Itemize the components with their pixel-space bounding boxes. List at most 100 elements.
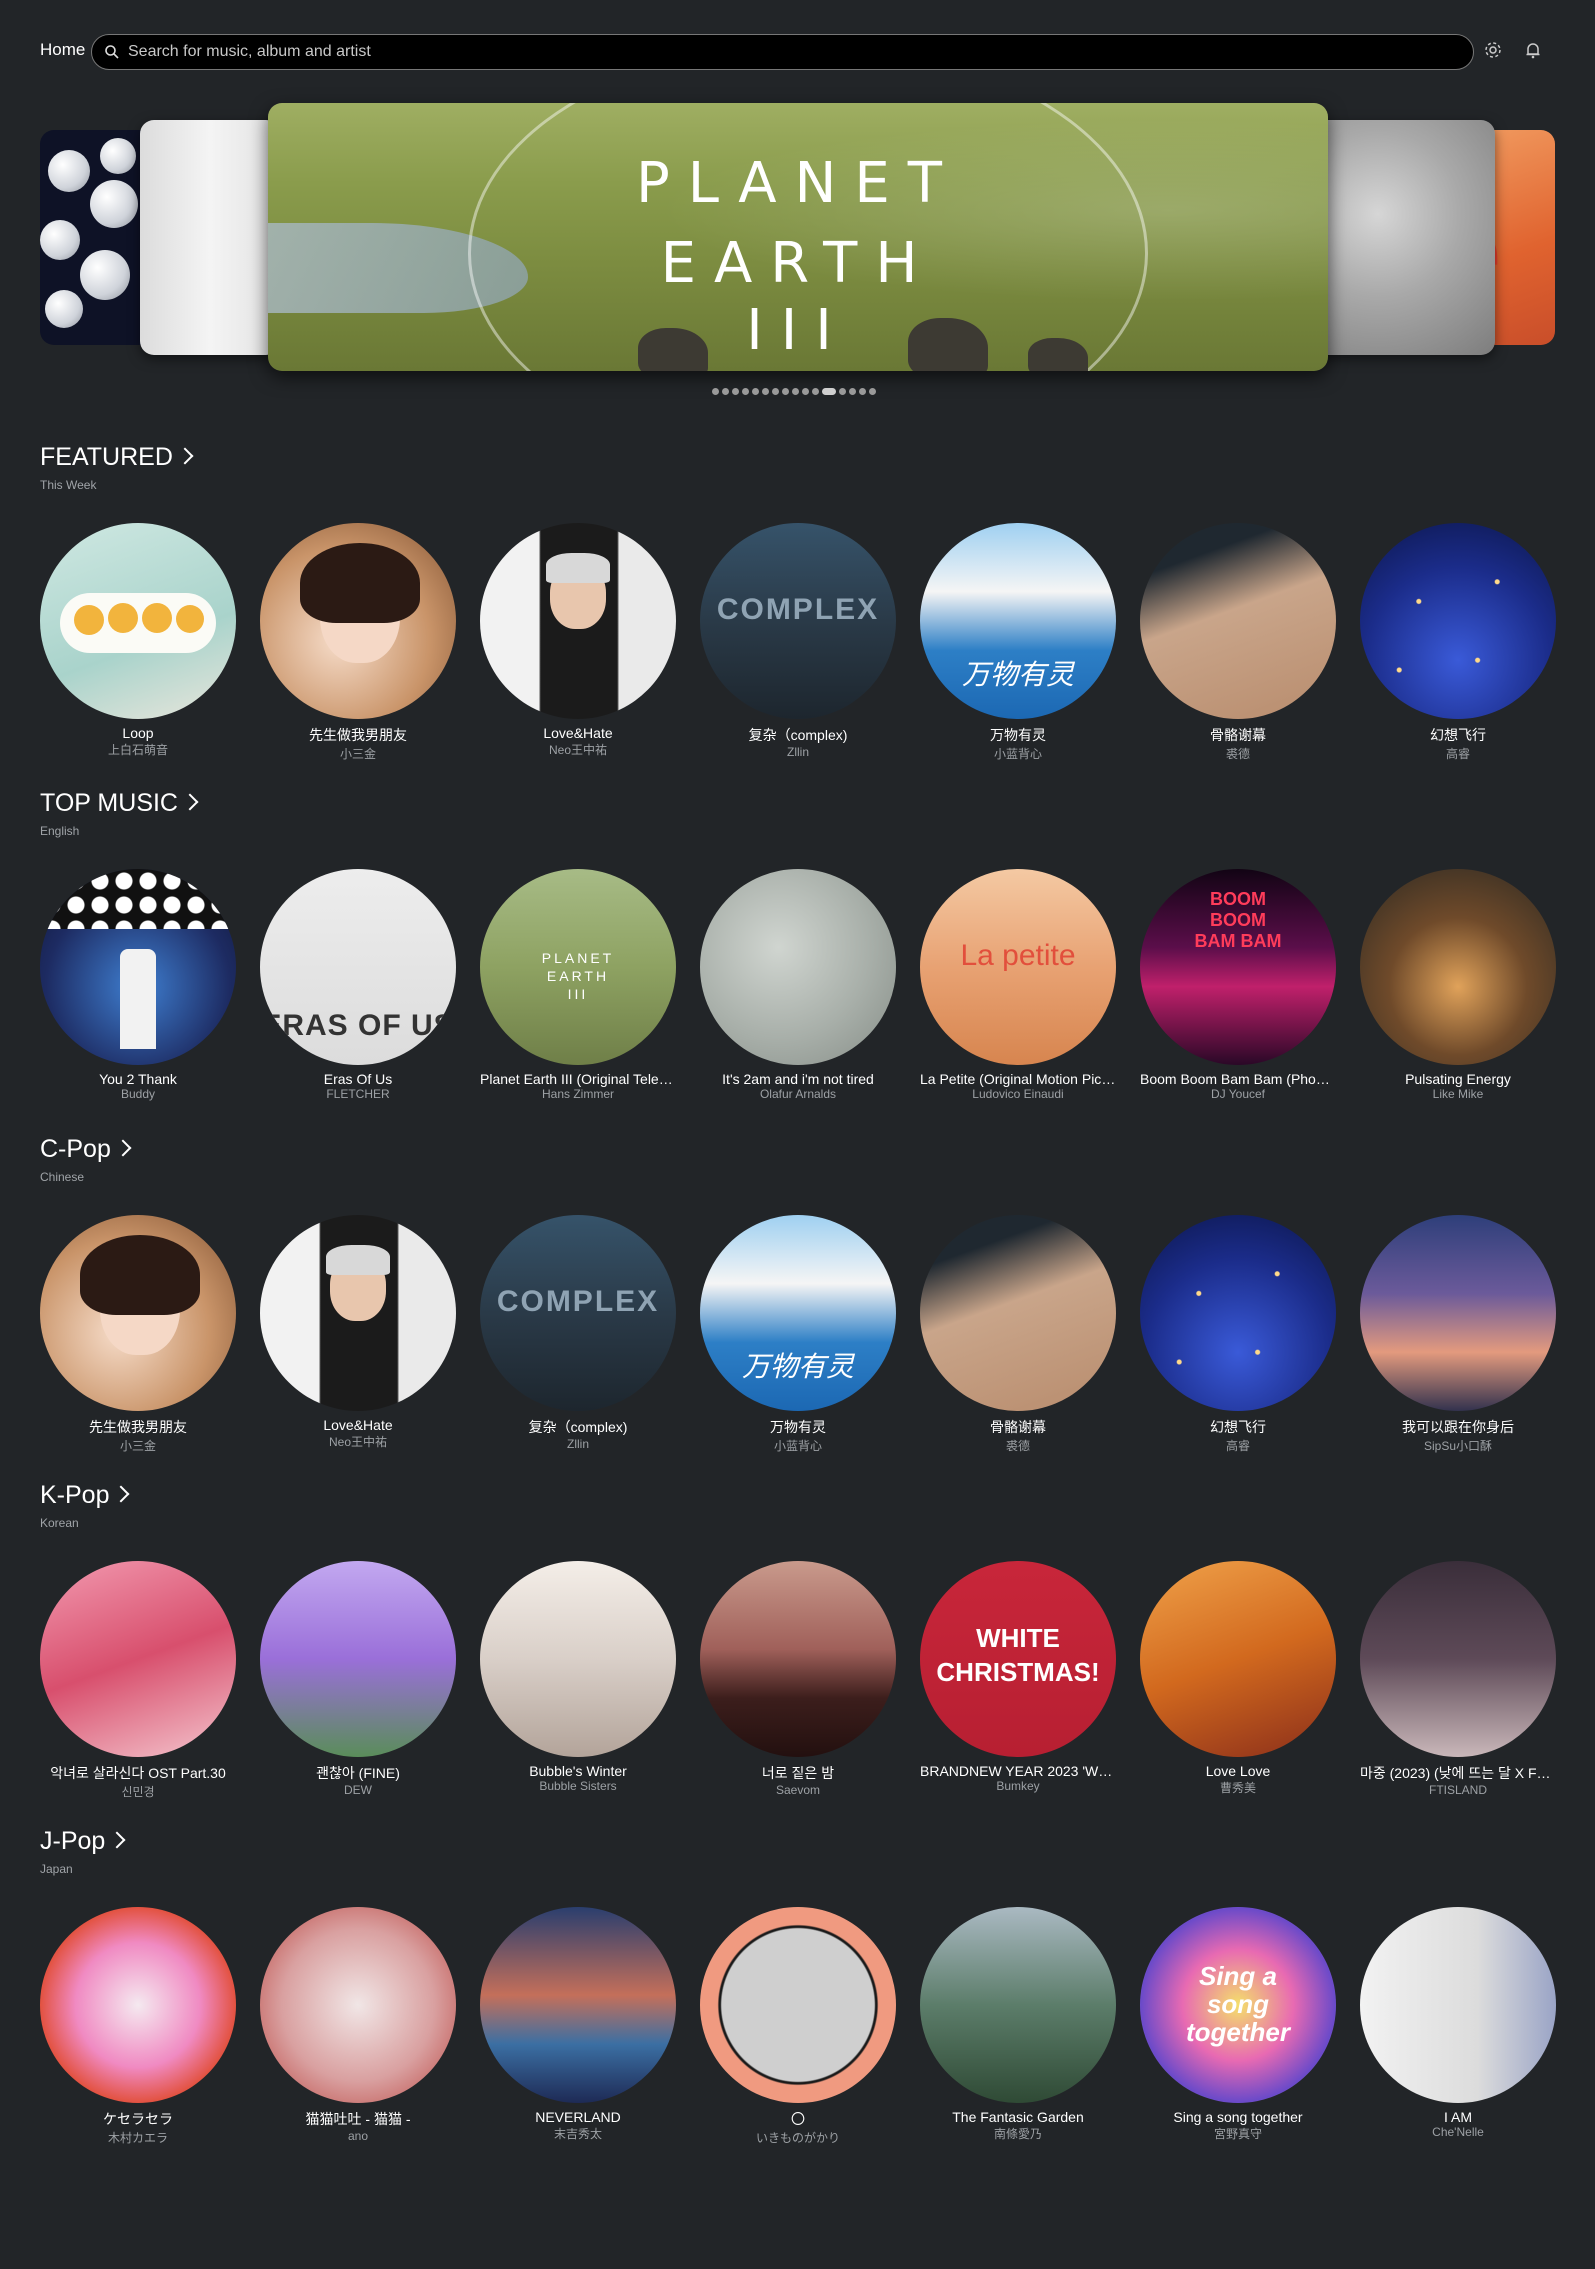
carousel-dot[interactable] [762,388,769,395]
album-cover[interactable]: Sing a song together [1140,1907,1336,2103]
carousel-dot[interactable] [859,388,866,395]
album-cover[interactable] [920,1215,1116,1411]
album-card[interactable]: Love&Hate Neo王中祐 [260,1215,456,1450]
carousel-dot[interactable] [742,388,749,395]
album-title[interactable]: Love Love [1140,1763,1336,1779]
album-card[interactable]: Loop 上白石萌音 [40,523,236,758]
album-cover[interactable]: 万物有灵 [700,1215,896,1411]
album-card[interactable]: 幻想飞行 高睿 [1140,1215,1336,1454]
album-card[interactable]: PLANET EARTH III Planet Earth III (Origin… [480,869,676,1101]
album-title[interactable]: Pulsating Energy [1360,1071,1556,1087]
bell-icon[interactable] [1522,39,1544,61]
album-title[interactable]: 악녀로 살라신다 OST Part.30 [40,1763,236,1783]
album-card[interactable]: BOOM BOOM BAM BAM Boom Boom Bam Bam (Phon… [1140,869,1336,1101]
album-cover[interactable] [1360,1215,1556,1411]
album-card[interactable]: 万物有灵 万物有灵 小蓝背心 [920,523,1116,762]
album-artist[interactable]: 신민경 [40,1783,236,1800]
section-header[interactable]: FEATURED [40,443,194,473]
carousel-dot[interactable] [792,388,799,395]
album-card[interactable]: COMPLEX 复杂（complex) Zllin [700,523,896,759]
carousel-slide-active[interactable]: PLANET EARTH III [268,103,1328,371]
album-card[interactable]: Sing a song together Sing a song together… [1140,1907,1336,2142]
album-artist[interactable]: Olafur Arnalds [700,1087,896,1101]
album-artist[interactable]: Zllin [700,745,896,759]
album-artist[interactable]: Che'Nelle [1360,2125,1556,2139]
album-artist[interactable]: FTISLAND [1360,1783,1556,1797]
album-card[interactable]: Love Love 曹秀美 [1140,1561,1336,1796]
album-card[interactable]: 너로 짙은 밤 Saevom [700,1561,896,1797]
album-title[interactable]: Eras Of Us [260,1071,456,1087]
album-artist[interactable]: DJ Youcef [1140,1087,1336,1101]
album-title[interactable]: 先生做我男朋友 [40,1417,236,1437]
album-artist[interactable]: Bubble Sisters [480,1779,676,1793]
album-artist[interactable]: Zllin [480,1437,676,1451]
album-artist[interactable]: 宮野真守 [1140,2125,1336,2142]
search-input[interactable] [128,35,1448,69]
album-title[interactable]: 万物有灵 [920,725,1116,745]
carousel-dot[interactable] [802,388,809,395]
album-card[interactable]: ERAS OF US Eras Of Us FLETCHER [260,869,456,1101]
section-title[interactable]: FEATURED [40,443,173,471]
album-cover[interactable]: WHITE CHRISTMAS! [920,1561,1116,1757]
album-title[interactable]: Love&Hate [480,725,676,741]
album-title[interactable]: 复杂（complex) [700,725,896,745]
album-card[interactable]: Pulsating Energy Like Mike [1360,869,1556,1101]
album-title[interactable]: 复杂（complex) [480,1417,676,1437]
album-cover[interactable] [480,1907,676,2103]
album-card[interactable]: It's 2am and i'm not tired Olafur Arnalds [700,869,896,1101]
album-title[interactable]: Loop [40,725,236,741]
album-title[interactable]: The Fantasic Garden [920,2109,1116,2125]
album-title[interactable]: You 2 Thank [40,1071,236,1087]
search-bar[interactable] [91,34,1474,70]
album-title[interactable]: BRANDNEW YEAR 2023 'WHITE CHRISTMAS!' [920,1763,1116,1779]
album-card[interactable]: 마중 (2023) (낮에 뜨는 달 X FTISLAND)FTISLAND [1360,1561,1556,1797]
section-header[interactable]: K-Pop [40,1481,130,1511]
album-title[interactable]: ケセラセラ [40,2109,236,2129]
chevron-right-icon[interactable] [108,1831,126,1849]
album-card[interactable]: La petite La Petite (Original Motion Pict… [920,869,1116,1101]
album-card[interactable]: ケセラセラ 木村カエラ [40,1907,236,2146]
album-cover[interactable] [480,523,676,719]
album-artist[interactable]: 木村カエラ [40,2129,236,2146]
album-card[interactable]: 괜찮아 (FINE) DEW [260,1561,456,1797]
album-card[interactable]: 악녀로 살라신다 OST Part.30 신민경 [40,1561,236,1800]
album-card[interactable]: 我可以跟在你身后 SipSu小口酥 [1360,1215,1556,1454]
album-title[interactable]: Love&Hate [260,1417,456,1433]
album-cover[interactable] [1360,1561,1556,1757]
section-title[interactable]: J-Pop [40,1827,105,1855]
carousel-dot-active[interactable] [822,388,836,395]
album-cover[interactable] [1360,1907,1556,2103]
album-cover[interactable] [260,523,456,719]
album-title[interactable]: Bubble's Winter [480,1763,676,1779]
album-artist[interactable]: DEW [260,1783,456,1797]
album-artist[interactable]: 南條愛乃 [920,2125,1116,2142]
album-artist[interactable]: 小三金 [40,1437,236,1454]
album-title[interactable]: 骨骼谢幕 [1140,725,1336,745]
carousel-dot[interactable] [869,388,876,395]
album-cover[interactable] [40,869,236,1065]
album-title[interactable]: Boom Boom Bam Bam (Phonk Remix) [1140,1071,1336,1087]
album-cover[interactable]: 万物有灵 [920,523,1116,719]
album-card[interactable]: The Fantasic Garden 南條愛乃 [920,1907,1116,2142]
carousel-slide[interactable] [140,120,280,355]
album-cover[interactable]: COMPLEX [700,523,896,719]
album-cover[interactable] [700,1907,896,2103]
album-card[interactable]: Love&Hate Neo王中祐 [480,523,676,758]
chevron-right-icon[interactable] [114,1139,132,1157]
album-cover[interactable] [700,1561,896,1757]
album-card[interactable]: You 2 Thank Buddy [40,869,236,1101]
carousel-dot[interactable] [812,388,819,395]
album-cover[interactable] [700,869,896,1065]
chevron-right-icon[interactable] [176,447,194,465]
album-artist[interactable]: Saevom [700,1783,896,1797]
section-header[interactable]: TOP MUSIC [40,789,199,819]
album-artist[interactable]: ano [260,2129,456,2143]
album-title[interactable]: 我可以跟在你身后 [1360,1417,1556,1437]
album-title[interactable]: Planet Earth III (Original Television So… [480,1071,676,1087]
album-cover[interactable]: COMPLEX [480,1215,676,1411]
album-artist[interactable]: 裘德 [1140,745,1336,762]
album-artist[interactable]: Neo王中祐 [480,741,676,758]
album-title[interactable]: 마중 (2023) (낮에 뜨는 달 X FTISLAND) [1360,1763,1556,1783]
album-card[interactable]: WHITE CHRISTMAS! BRANDNEW YEAR 2023 'WHIT… [920,1561,1116,1793]
carousel-dot[interactable] [712,388,719,395]
